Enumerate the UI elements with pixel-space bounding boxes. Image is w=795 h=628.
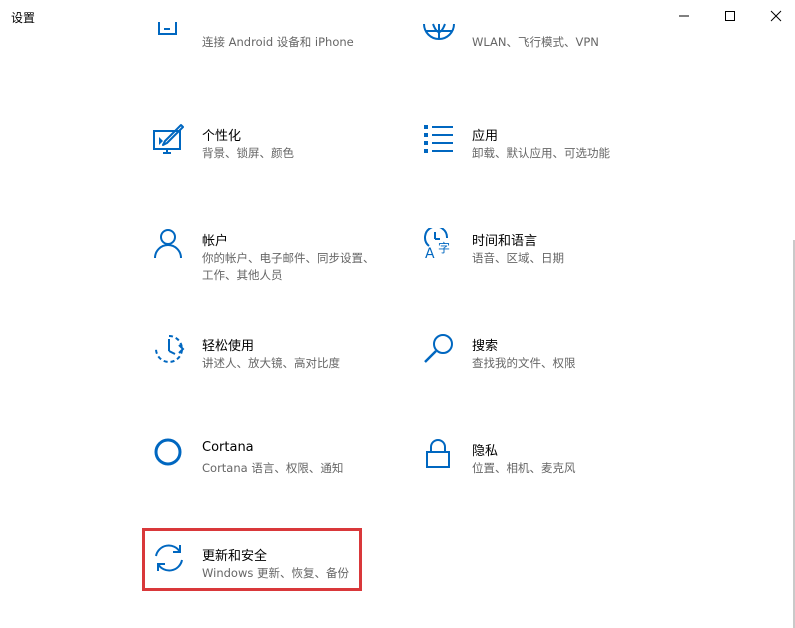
- tile-name: 搜索: [472, 339, 499, 354]
- tile-description: WLAN、飞行模式、VPN: [472, 35, 599, 49]
- time-language-icon: A 字: [423, 228, 459, 264]
- title-bar: 设置: [0, 0, 795, 32]
- minimize-icon: [678, 10, 690, 22]
- tile-description: 查找我的文件、权限: [472, 356, 576, 370]
- close-button[interactable]: [753, 0, 795, 32]
- tile-description: 语音、区域、日期: [472, 251, 564, 265]
- maximize-icon: [724, 10, 736, 22]
- svg-text:字: 字: [438, 240, 450, 255]
- tile-name: 时间和语言: [472, 234, 538, 249]
- phone-icon: [153, 12, 189, 48]
- personalization-icon: [153, 123, 189, 159]
- tile-cortana[interactable]: Cortana Cortana 语言、权限、通知: [153, 438, 383, 508]
- search-icon: [423, 333, 459, 369]
- tile-accounts[interactable]: 帐户 你的帐户、电子邮件、同步设置、工作、其他人员: [153, 228, 383, 298]
- tile-network[interactable]: WLAN、飞行模式、VPN: [423, 12, 653, 82]
- tile-name: 帐户: [202, 234, 229, 249]
- person-icon: [153, 228, 189, 264]
- tile-privacy[interactable]: 隐私 位置、相机、麦克风: [423, 438, 653, 508]
- tile-name: 轻松使用: [202, 339, 255, 354]
- tile-personalization[interactable]: 个性化 背景、锁屏、颜色: [153, 123, 383, 193]
- maximize-button[interactable]: [707, 0, 753, 32]
- tile-name: Cortana: [202, 440, 254, 455]
- tile-name: 隐私: [472, 444, 499, 459]
- window-title: 设置: [11, 11, 36, 25]
- ease-of-access-icon: [153, 333, 189, 369]
- globe-icon: [423, 12, 459, 48]
- tile-apps[interactable]: 应用 卸载、默认应用、可选功能: [423, 123, 653, 193]
- tile-name: 个性化: [202, 129, 242, 144]
- apps-list-icon: [423, 123, 459, 159]
- tile-name: 应用: [472, 129, 499, 144]
- tile-description: 卸载、默认应用、可选功能: [472, 146, 610, 160]
- tile-description: 背景、锁屏、颜色: [202, 146, 294, 160]
- tile-description: 连接 Android 设备和 iPhone: [202, 35, 354, 49]
- tile-search[interactable]: 搜索 查找我的文件、权限: [423, 333, 653, 403]
- minimize-button[interactable]: [661, 0, 707, 32]
- tile-ease-of-access[interactable]: 轻松使用 讲述人、放大镜、高对比度: [153, 333, 383, 403]
- highlight-box: [142, 528, 362, 591]
- cortana-icon: [153, 438, 189, 474]
- tile-description: 位置、相机、麦克风: [472, 461, 576, 475]
- tile-description: 你的帐户、电子邮件、同步设置、工作、其他人员: [202, 251, 375, 282]
- lock-icon: [423, 438, 459, 474]
- close-icon: [770, 10, 782, 22]
- svg-text:A: A: [425, 246, 435, 262]
- tile-description: 讲述人、放大镜、高对比度: [202, 356, 340, 370]
- tile-description: Cortana 语言、权限、通知: [202, 461, 344, 475]
- tile-time-language[interactable]: A 字 时间和语言 语音、区域、日期: [423, 228, 653, 298]
- tile-phone[interactable]: 连接 Android 设备和 iPhone: [153, 12, 383, 82]
